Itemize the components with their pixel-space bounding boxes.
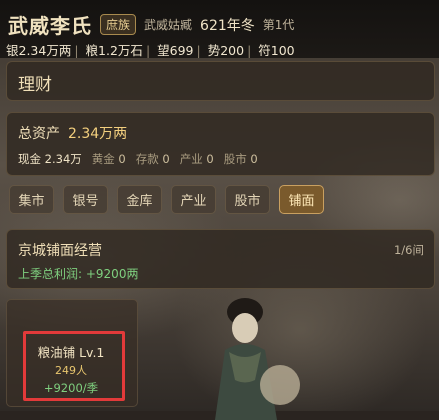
prestige-stat: 望699	[157, 43, 194, 58]
tab-vault[interactable]: 金库	[117, 185, 162, 214]
total-assets-panel: 总资产 2.34万两 现金 2.34万 黄金 0 存款 0 产业 0 股市 0	[6, 112, 435, 176]
asset-deposit: 存款 0	[135, 152, 170, 166]
asset-breakdown: 现金 2.34万 黄金 0 存款 0 产业 0 股市 0	[18, 151, 258, 167]
shop-management-panel: 京城铺面经营 1/6间 上季总利润: +9200两	[6, 229, 435, 289]
page-title: 理财	[18, 75, 52, 95]
page-header-panel: 理财	[6, 61, 435, 101]
total-assets-value: 2.34万两	[68, 126, 128, 142]
shop-management-title: 京城铺面经营	[18, 243, 102, 259]
lady-figure-illustration	[215, 298, 300, 420]
game-date: 621年冬	[200, 17, 255, 34]
talisman-stat: 符100	[258, 43, 295, 58]
asset-gold: 黄金 0	[91, 152, 126, 166]
tab-stock[interactable]: 股市	[225, 185, 270, 214]
clan-name: 武威李氏	[8, 14, 92, 38]
total-assets-label: 总资产	[18, 126, 60, 142]
tab-industry[interactable]: 产业	[171, 185, 216, 214]
silver-stat: 银2.34万两	[6, 43, 72, 58]
shop-name: 粮油铺 Lv.1	[37, 345, 105, 360]
generation-label: 第1代	[262, 18, 295, 32]
shop-income: +9200/季	[43, 381, 99, 395]
power-stat: 势200	[207, 43, 245, 58]
tab-market[interactable]: 集市	[9, 185, 54, 214]
resource-stats: 银2.34万两 | 粮1.2万石 | 望699 | 势200 | 符100	[6, 43, 295, 58]
asset-industry: 产业 0	[179, 152, 214, 166]
shop-customers: 249人	[55, 364, 87, 377]
top-status-bar: 武威李氏 庶族 武威姑臧 621年冬 第1代 银2.34万两 | 粮1.2万石 | …	[0, 0, 439, 58]
tab-shops[interactable]: 铺面	[279, 185, 324, 214]
clan-location: 武威姑臧	[144, 18, 193, 32]
clan-rank-badge: 庶族	[100, 14, 137, 35]
total-assets-heading: 总资产 2.34万两	[18, 123, 127, 143]
grain-stat: 粮1.2万石	[85, 43, 143, 58]
tab-bank[interactable]: 银号	[63, 185, 108, 214]
asset-cash: 现金 2.34万	[18, 152, 82, 166]
last-season-profit: 上季总利润: +9200两	[18, 267, 139, 281]
asset-stock: 股市 0	[223, 152, 258, 166]
shop-count: 1/6间	[393, 243, 424, 257]
finance-tabs: 集市 银号 金库 产业 股市 铺面	[9, 185, 324, 214]
